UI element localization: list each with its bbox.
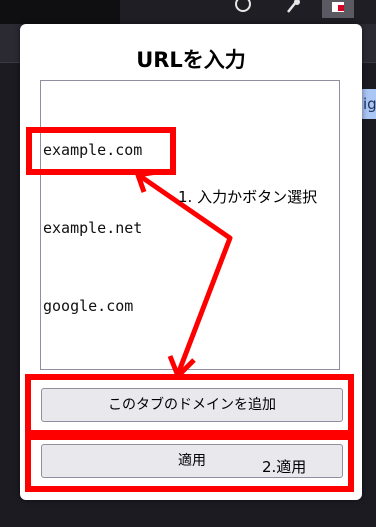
extension-icon[interactable] (322, 0, 354, 18)
url-line: google.com (43, 297, 134, 315)
browser-toolbar-dark-region (0, 0, 120, 24)
browser-toolbar (0, 0, 376, 24)
extension-popup: URLを入力 example.com example.net google.co… (20, 24, 362, 500)
annotation-step1-label: 1. 入力かボタン選択 (178, 188, 318, 206)
background-page-tab: ig (360, 89, 376, 119)
url-line: example.net (43, 219, 143, 237)
url-line: example.com (43, 141, 143, 159)
add-current-domain-button[interactable]: このタブのドメインを追加 (41, 388, 343, 422)
puzzle-icon[interactable] (282, 0, 304, 16)
url-textarea[interactable]: example.com example.net google.com (40, 80, 340, 370)
shield-icon[interactable] (232, 0, 254, 16)
popup-title: URLを入力 (136, 48, 246, 72)
screenshot-stage: ig URLを入力 example.com example.net google… (0, 0, 376, 527)
annotation-step2-label: 2.適用 (262, 458, 307, 476)
